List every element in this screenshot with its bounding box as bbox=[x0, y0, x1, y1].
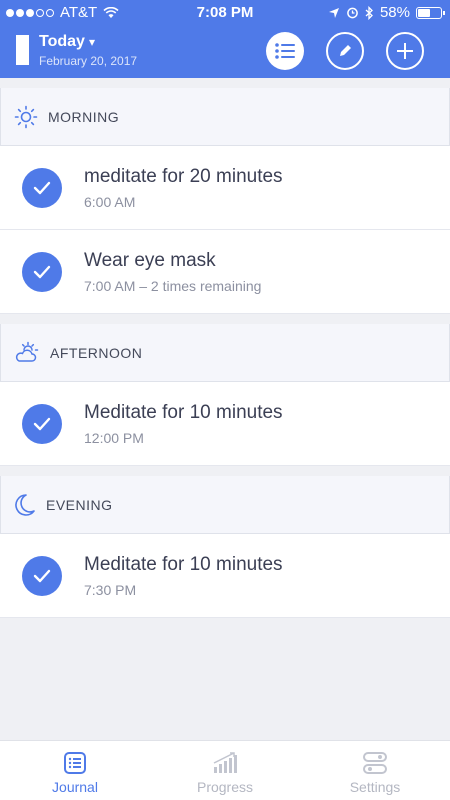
journal-icon bbox=[64, 752, 86, 774]
item-title: Wear eye mask bbox=[84, 249, 216, 271]
tab-bar: Journal Progress Settings bbox=[0, 740, 450, 800]
bluetooth-icon bbox=[365, 5, 373, 20]
section-title: EVENING bbox=[46, 496, 113, 513]
tab-journal[interactable]: Journal bbox=[0, 741, 150, 800]
check-button[interactable] bbox=[22, 403, 62, 444]
page-date: February 20, 2017 bbox=[39, 54, 138, 68]
item-time: 6:00 AM bbox=[84, 193, 136, 210]
edit-button[interactable] bbox=[326, 32, 364, 70]
tab-label: Settings bbox=[349, 779, 401, 795]
checkmark-icon bbox=[33, 181, 51, 194]
partly-cloudy-icon bbox=[15, 341, 39, 362]
checkmark-icon bbox=[33, 265, 51, 278]
date-selector[interactable]: Today ▾ February 20, 2017 bbox=[16, 33, 137, 68]
list-item[interactable]: meditate for 20 minutes 6:00 AM bbox=[0, 146, 450, 230]
tab-label: Journal bbox=[52, 779, 98, 795]
sun-icon bbox=[14, 105, 38, 128]
tab-label: Progress bbox=[196, 779, 254, 795]
journal-list: MORNING meditate for 20 minutes 6:00 AM … bbox=[0, 78, 450, 618]
item-title: Meditate for 10 minutes bbox=[84, 401, 283, 423]
check-button[interactable] bbox=[22, 251, 62, 292]
list-item[interactable]: Meditate for 10 minutes 7:30 PM bbox=[0, 534, 450, 618]
add-icon bbox=[397, 43, 413, 59]
moon-icon bbox=[15, 493, 35, 516]
check-button[interactable] bbox=[22, 555, 62, 596]
item-time: 7:00 AM – 2 times remaining bbox=[84, 277, 262, 294]
add-button[interactable] bbox=[386, 32, 424, 70]
status-right: 58% bbox=[328, 4, 445, 21]
tab-progress[interactable]: Progress bbox=[150, 741, 300, 800]
edit-icon bbox=[340, 45, 351, 56]
section-title: MORNING bbox=[48, 108, 120, 125]
battery-percent: 58% bbox=[379, 4, 410, 21]
progress-icon bbox=[213, 752, 237, 773]
section-afternoon: AFTERNOON bbox=[0, 314, 450, 382]
settings-icon bbox=[363, 752, 387, 774]
calendar-bar-icon bbox=[16, 35, 29, 65]
list-view-button[interactable] bbox=[266, 32, 304, 70]
section-title: AFTERNOON bbox=[50, 344, 143, 361]
list-item[interactable]: Meditate for 10 minutes 12:00 PM bbox=[0, 382, 450, 466]
battery-icon bbox=[416, 6, 445, 19]
check-button[interactable] bbox=[22, 167, 62, 208]
status-bar: AT&T 7:08 PM 58% bbox=[0, 0, 450, 26]
item-time: 12:00 PM bbox=[84, 429, 144, 446]
checkmark-icon bbox=[33, 569, 51, 582]
item-title: meditate for 20 minutes bbox=[84, 165, 283, 187]
chevron-down-icon: ▾ bbox=[88, 35, 95, 49]
section-morning: MORNING bbox=[0, 78, 450, 146]
alarm-icon bbox=[347, 7, 358, 19]
section-evening: EVENING bbox=[0, 466, 450, 534]
item-time: 7:30 PM bbox=[84, 581, 137, 598]
checkmark-icon bbox=[33, 417, 51, 430]
app-header: AT&T 7:08 PM 58% Today ▾ February 20, 20… bbox=[0, 0, 450, 78]
location-icon bbox=[328, 7, 339, 18]
list-item[interactable]: Wear eye mask 7:00 AM – 2 times remainin… bbox=[0, 230, 450, 314]
page-title: Today bbox=[39, 33, 85, 50]
tab-settings[interactable]: Settings bbox=[300, 741, 450, 800]
list-icon bbox=[275, 43, 295, 59]
item-title: Meditate for 10 minutes bbox=[84, 553, 283, 575]
